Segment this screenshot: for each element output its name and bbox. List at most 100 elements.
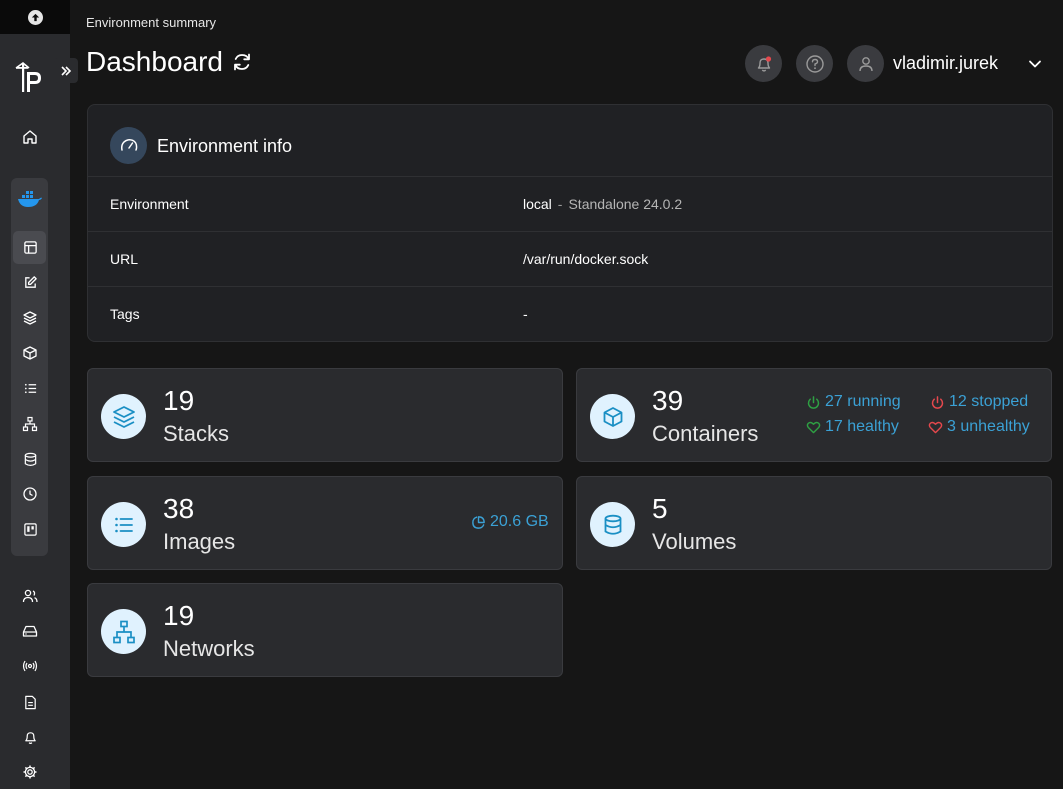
containers-count: 39: [652, 385, 684, 416]
sidebar-edge[interactable]: [20, 656, 40, 676]
sidebar-settings[interactable]: [20, 762, 40, 782]
user-avatar[interactable]: [847, 45, 884, 82]
env-name: local: [523, 196, 552, 212]
file-icon: [24, 695, 36, 709]
networks-label: Networks: [163, 636, 255, 661]
networks-card[interactable]: 19 Networks: [87, 583, 563, 677]
volumes-count: 5: [652, 493, 668, 524]
help-icon: [805, 54, 824, 73]
env-detail: Standalone 24.0.2: [568, 196, 683, 212]
sidebar-users[interactable]: [20, 586, 40, 606]
box-icon: [23, 346, 37, 360]
tags-label: Tags: [110, 306, 140, 322]
stacks-card[interactable]: 19 Stacks: [87, 368, 563, 462]
stopped-count: 12 stopped: [949, 393, 1029, 410]
heart-icon: [928, 421, 943, 433]
list-icon: [24, 383, 36, 393]
gear-icon: [23, 765, 37, 779]
gauge-icon: [110, 127, 147, 164]
sidebar-images[interactable]: [20, 378, 40, 398]
containers-card[interactable]: 39 Containers 27 running 12 stopped 17 h…: [576, 368, 1052, 462]
page-title: Dashboard: [86, 46, 223, 77]
bell-alert-icon: [757, 55, 771, 72]
env-separator: -: [557, 196, 563, 212]
user-menu-toggle[interactable]: [1026, 55, 1044, 73]
sidebar-top-bar: [0, 0, 70, 34]
running-status: 27 running: [806, 393, 901, 411]
sidebar-logs[interactable]: [20, 692, 40, 712]
images-label: Images: [163, 529, 236, 554]
volumes-card[interactable]: 5 Volumes: [576, 476, 1052, 570]
url-value: /var/run/docker.sock: [523, 251, 649, 267]
heart-icon: [806, 421, 821, 433]
sidebar-stacks[interactable]: [20, 308, 40, 328]
sidebar-dashboard[interactable]: [20, 237, 40, 257]
images-count: 38: [163, 493, 195, 524]
layers-icon: [23, 311, 37, 325]
user-icon: [858, 56, 873, 71]
env-value: local - Standalone 24.0.2: [523, 196, 682, 212]
sidebar-networks[interactable]: [20, 414, 40, 434]
power-icon: [807, 395, 820, 409]
sidebar-containers[interactable]: [20, 343, 40, 363]
users-icon: [22, 589, 38, 603]
sidebar-notifications[interactable]: [20, 727, 40, 747]
refresh-button[interactable]: [231, 51, 253, 73]
environment-info-card: Environment info Environment local - Stand…: [87, 104, 1053, 342]
bell-icon: [24, 731, 36, 744]
volumes-icon: [590, 502, 635, 547]
stopped-status: 12 stopped: [930, 393, 1028, 411]
drive-icon: [22, 625, 38, 637]
stacks-label: Stacks: [163, 421, 230, 446]
board-icon: [23, 522, 37, 536]
env-row-environment: Environment local - Standalone 24.0.2: [88, 177, 1052, 232]
environment-info-header: Environment info: [88, 105, 1052, 177]
sidebar-docker-environment[interactable]: [17, 189, 43, 209]
images-size-value: 20.6 GB: [490, 513, 549, 530]
images-size: 20.6 GB: [471, 513, 549, 531]
upgrade-icon[interactable]: [27, 9, 43, 25]
healthy-status: 17 healthy: [806, 418, 899, 436]
double-chevron-right-icon: [61, 65, 72, 76]
stacks-count: 19: [163, 385, 195, 416]
sidebar-templates[interactable]: [20, 272, 40, 292]
clock-icon: [23, 487, 37, 501]
unhealthy-count: 3 unhealthy: [947, 418, 1030, 435]
help-button[interactable]: [796, 45, 833, 82]
sidebar-host[interactable]: [20, 519, 40, 539]
unhealthy-status: 3 unhealthy: [928, 418, 1030, 436]
dashboard-icon: [23, 240, 37, 254]
sidebar-volumes[interactable]: [20, 449, 40, 469]
images-icon: [101, 502, 146, 547]
env-row-url: URL /var/run/docker.sock: [88, 232, 1052, 287]
sidebar-environments[interactable]: [20, 621, 40, 641]
images-card[interactable]: 38 Images 20.6 GB: [87, 476, 563, 570]
notifications-button[interactable]: [745, 45, 782, 82]
containers-icon: [590, 394, 635, 439]
home-icon: [23, 130, 37, 144]
network-icon: [22, 416, 38, 432]
tags-value: -: [523, 306, 528, 322]
env-label: Environment: [110, 196, 189, 212]
environment-info-title: Environment info: [157, 136, 293, 156]
sidebar-events[interactable]: [20, 484, 40, 504]
sidebar-toggle-button[interactable]: [54, 58, 78, 83]
portainer-logo[interactable]: [15, 60, 45, 94]
power-icon: [931, 395, 944, 409]
sidebar-home[interactable]: [20, 127, 40, 147]
running-count: 27 running: [825, 393, 901, 410]
docker-icon: [18, 191, 42, 207]
stacks-icon: [101, 394, 146, 439]
edit-icon: [24, 275, 37, 288]
refresh-icon: [234, 53, 250, 71]
containers-label: Containers: [652, 421, 759, 446]
pie-chart-icon: [472, 515, 485, 529]
sidebar: [0, 0, 78, 789]
user-name[interactable]: vladimir.jurek: [893, 53, 998, 74]
database-icon: [24, 452, 36, 466]
url-label: URL: [110, 251, 139, 267]
env-row-tags: Tags -: [88, 287, 1052, 342]
chevron-down-icon: [1029, 60, 1041, 68]
broadcast-icon: [22, 660, 38, 672]
healthy-count: 17 healthy: [825, 418, 899, 435]
